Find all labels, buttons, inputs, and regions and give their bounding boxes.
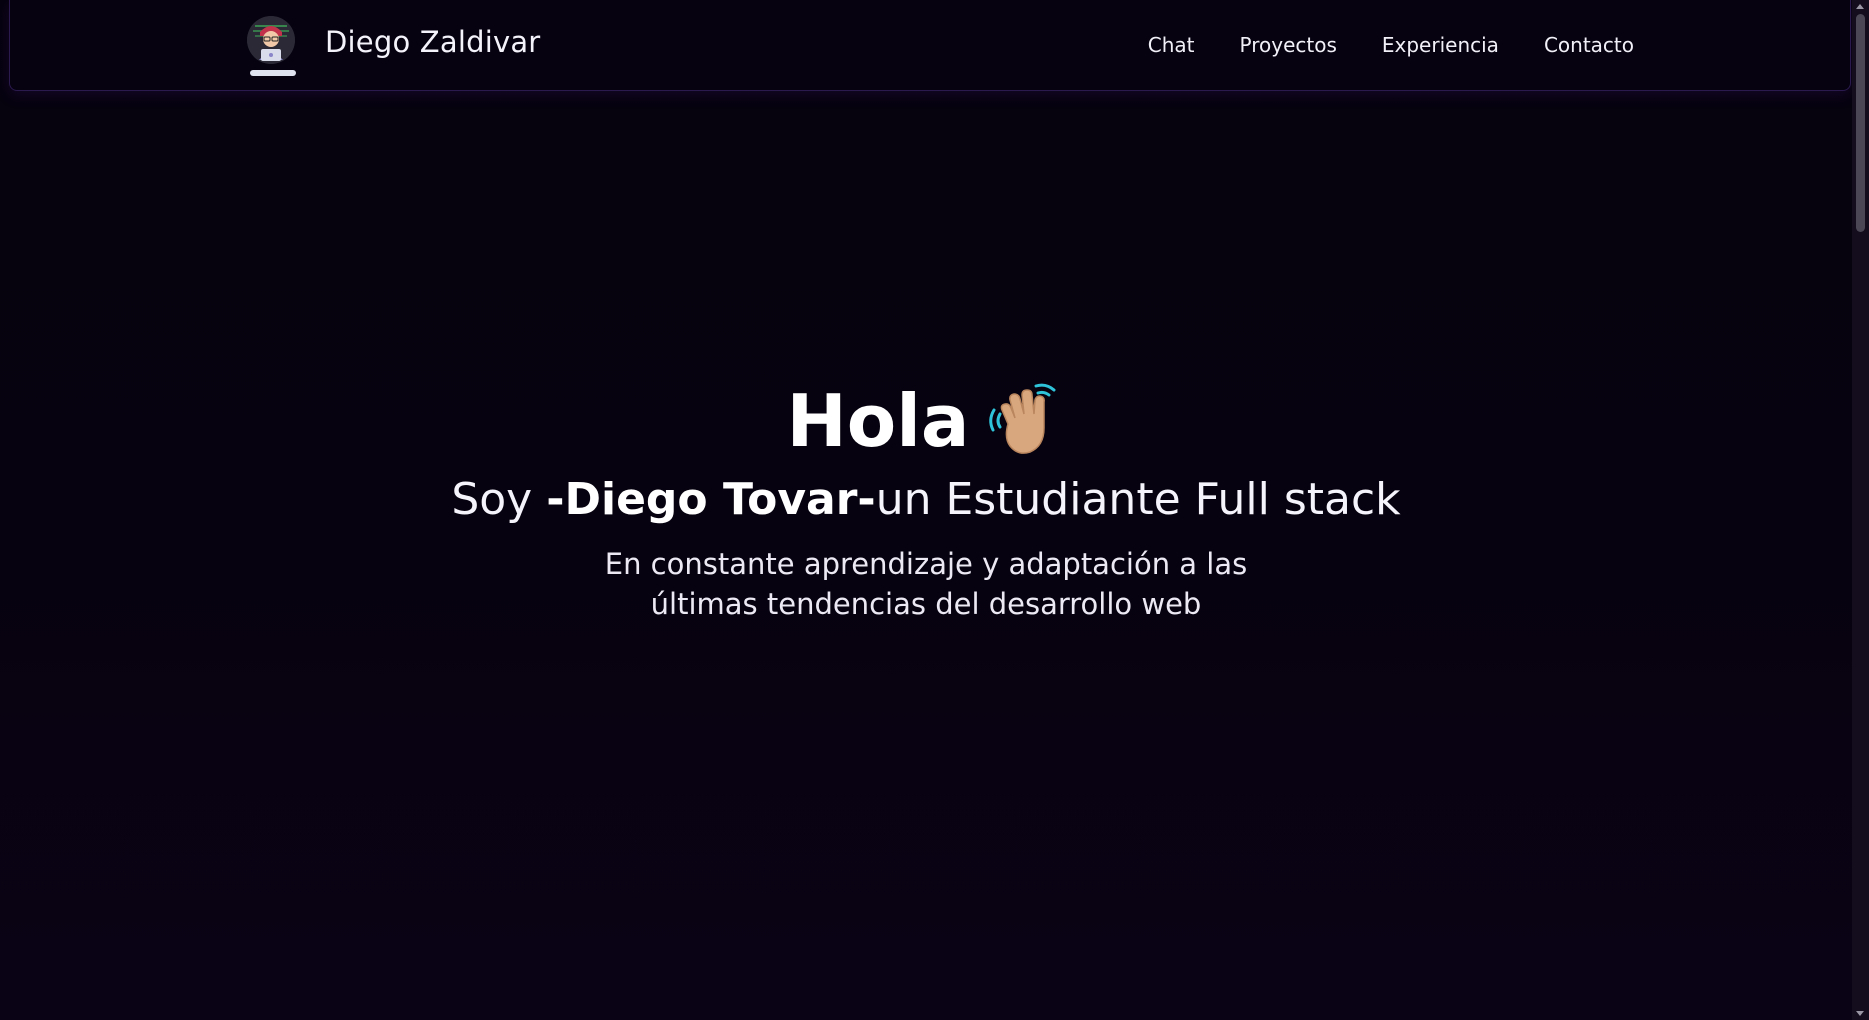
scroll-thumb[interactable] [1856,14,1865,232]
brand-name[interactable]: Diego Zaldivar [325,25,540,59]
nav-link-proyectos[interactable]: Proyectos [1240,33,1337,57]
subtitle-suffix: un Estudiante Full stack [875,474,1401,525]
hero-description: En constante aprendizaje y adaptación a … [604,547,1248,622]
site-header: Diego Zaldivar Chat Proyectos Experienci… [9,0,1851,91]
nav-link-contacto[interactable]: Contacto [1544,33,1634,57]
developer-avatar-icon [247,16,295,64]
hero-title: Hola [787,380,1066,462]
avatar[interactable] [247,16,295,64]
waving-hand-icon [988,383,1055,454]
nav-link-experiencia[interactable]: Experiencia [1382,33,1499,57]
page: Diego Zaldivar Chat Proyectos Experienci… [0,0,1869,1020]
subtitle-name: -Diego Tovar- [546,474,876,525]
nav-link-chat[interactable]: Chat [1148,33,1195,57]
hero-subtitle: Soy -Diego Tovar-un Estudiante Full stac… [0,474,1852,525]
avatar-base [250,70,296,76]
main-nav: Chat Proyectos Experiencia Contacto [1148,33,1634,57]
page-scrollbar[interactable] [1852,0,1869,1020]
scroll-down-arrow-icon[interactable] [1856,1011,1864,1016]
hero-greeting: Hola [786,379,970,463]
scroll-up-arrow-icon[interactable] [1856,4,1864,9]
subtitle-prefix: Soy [451,474,547,525]
hero-section: Hola Soy -Diego Tovar-un Estudiante Full… [0,380,1852,624]
